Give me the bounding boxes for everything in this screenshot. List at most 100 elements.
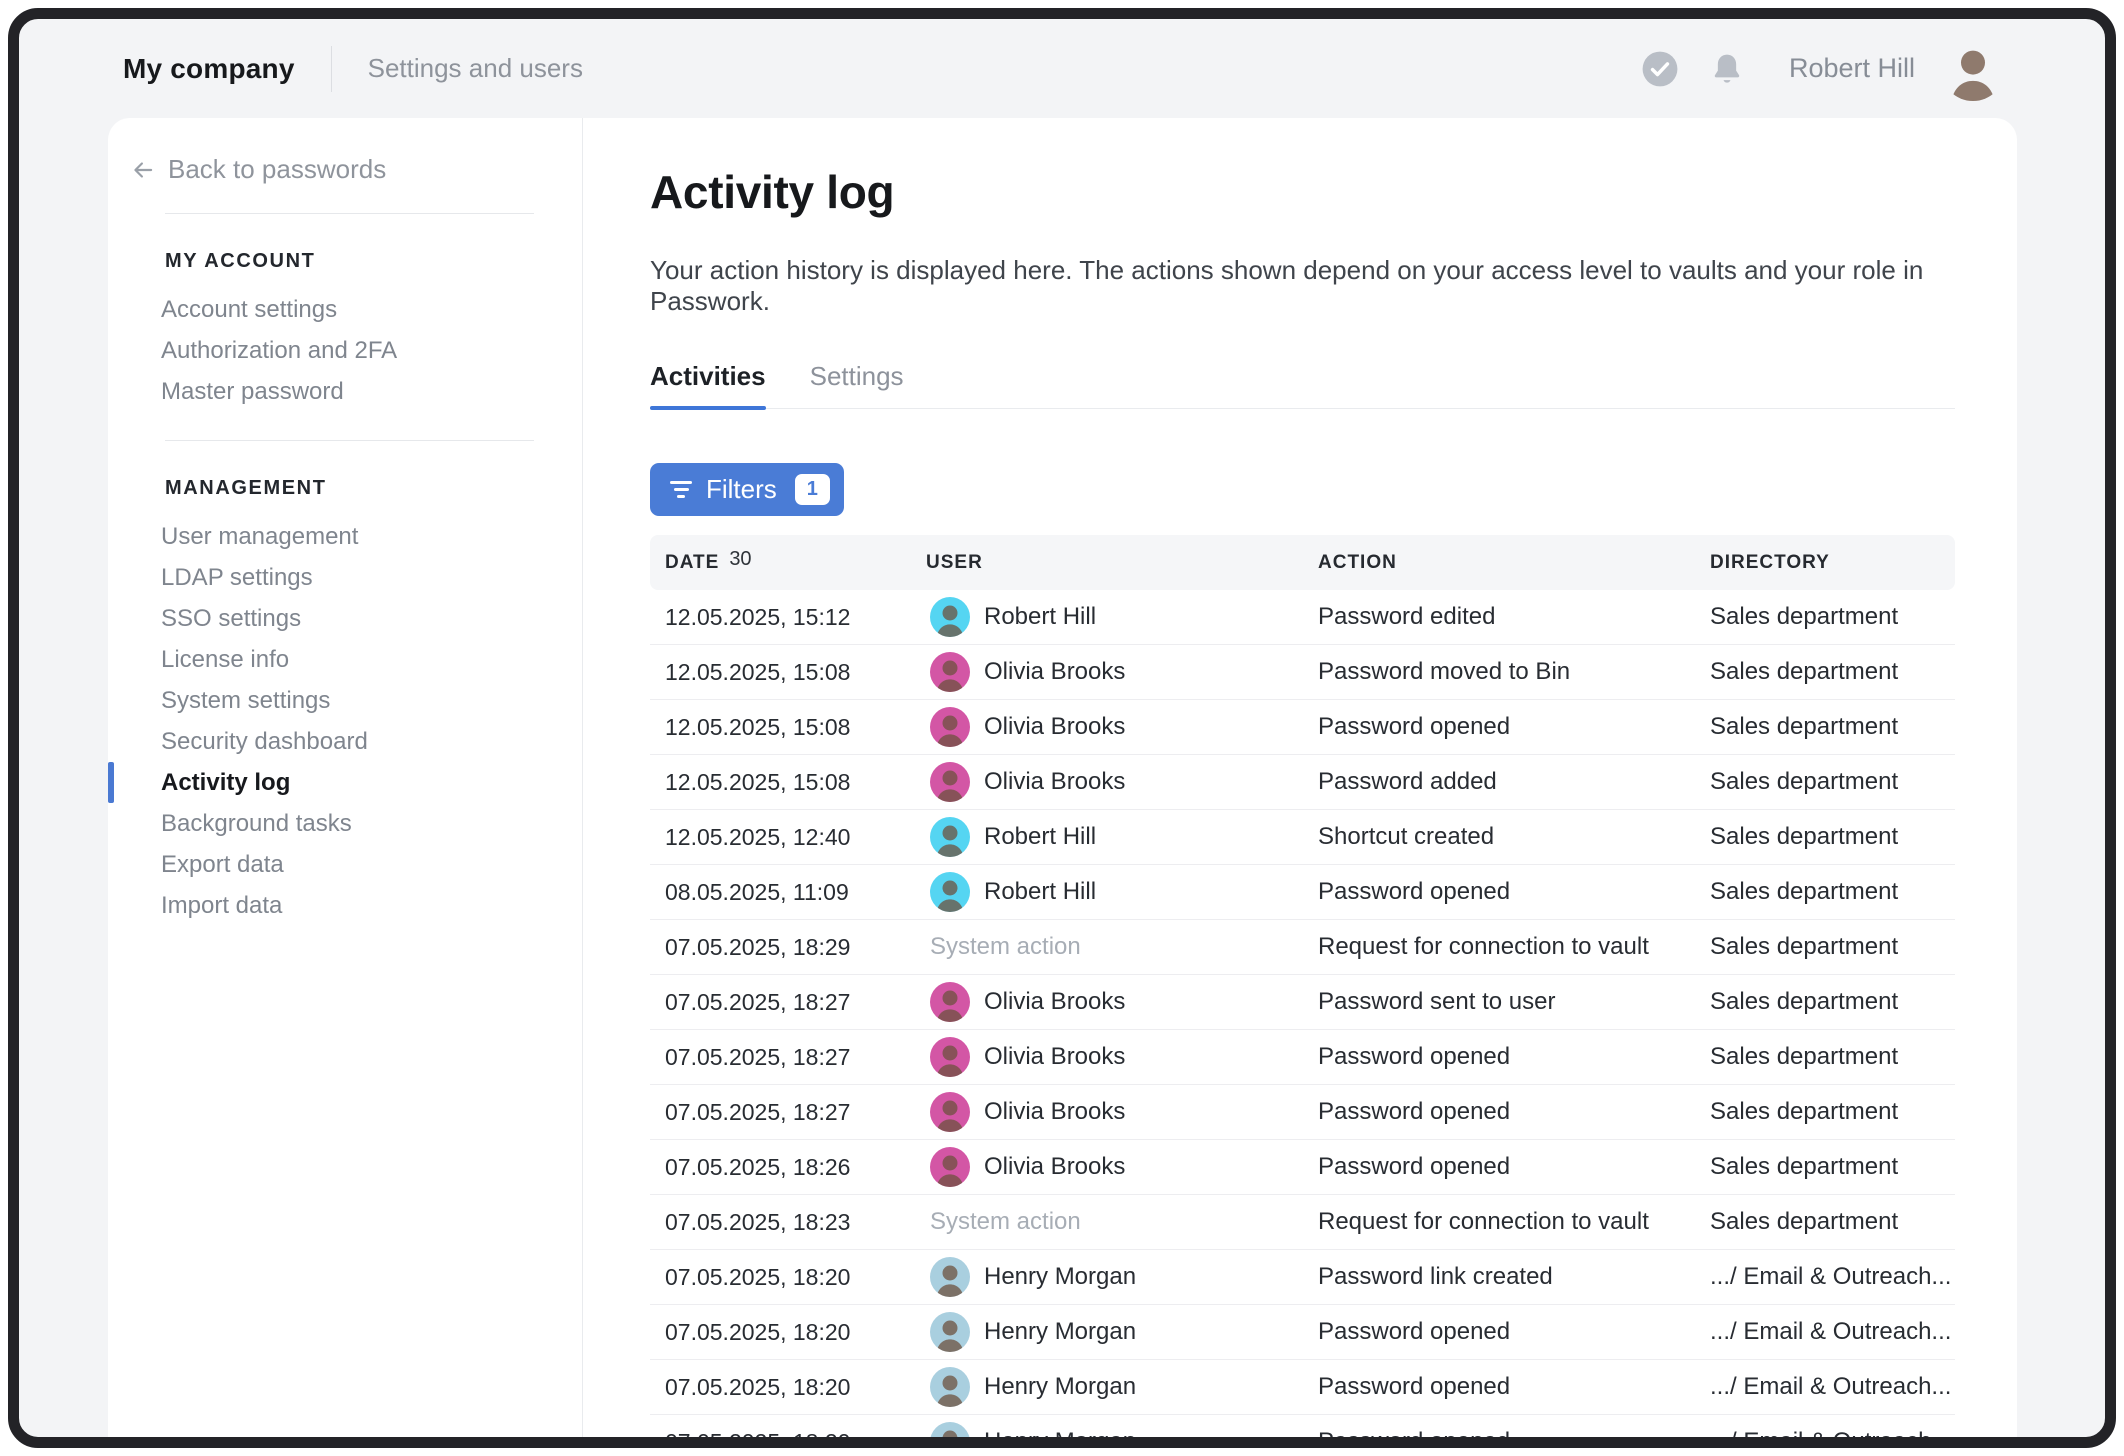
sidebar: Back to passwords MY ACCOUNT Account set… — [108, 118, 583, 1437]
sidebar-item-export-data[interactable]: Export data — [161, 844, 582, 885]
row-action: Password opened — [1318, 713, 1710, 741]
user-avatar — [930, 652, 970, 692]
sidebar-item-authorization-and-2fa[interactable]: Authorization and 2FA — [161, 330, 582, 371]
sidebar-item-background-tasks[interactable]: Background tasks — [161, 803, 582, 844]
tab-activities[interactable]: Activities — [650, 361, 766, 408]
row-user-name: Robert Hill — [984, 603, 1096, 631]
row-user: Olivia Brooks — [926, 1092, 1318, 1132]
row-action: Password edited — [1318, 603, 1710, 631]
back-label: Back to passwords — [168, 154, 386, 185]
row-date: 07.05.2025, 18:20 — [650, 1374, 926, 1401]
table-row[interactable]: 12.05.2025, 15:08 Olivia Brooks Password… — [650, 755, 1955, 810]
date-days-count: 30 — [729, 548, 751, 570]
row-directory: .../ Email & Outreach... — [1710, 1428, 1955, 1437]
row-user-name: Henry Morgan — [984, 1318, 1136, 1346]
table-row[interactable]: 07.05.2025, 18:27 Olivia Brooks Password… — [650, 1085, 1955, 1140]
row-directory: .../ Email & Outreach... — [1710, 1263, 1955, 1291]
sidebar-item-sso-settings[interactable]: SSO settings — [161, 598, 582, 639]
user-avatar — [930, 872, 970, 912]
table-header: DATE30 USER ACTION DIRECTORY — [650, 535, 1955, 590]
sidebar-item-activity-log[interactable]: Activity log — [161, 762, 582, 803]
row-user-name: System action — [930, 933, 1081, 961]
row-directory: Sales department — [1710, 713, 1955, 741]
top-bar: My company Settings and users Robert Hil… — [19, 19, 2105, 118]
row-user-name: Robert Hill — [984, 823, 1096, 851]
table-row[interactable]: 07.05.2025, 18:26 Olivia Brooks Password… — [650, 1140, 1955, 1195]
sidebar-item-ldap-settings[interactable]: LDAP settings — [161, 557, 582, 598]
topbar-subtitle: Settings and users — [368, 53, 583, 84]
row-action: Password opened — [1318, 1373, 1710, 1401]
topbar-divider — [331, 46, 332, 92]
row-action: Password opened — [1318, 1318, 1710, 1346]
row-date: 12.05.2025, 15:12 — [650, 604, 926, 631]
row-directory: Sales department — [1710, 1098, 1955, 1126]
row-date: 07.05.2025, 18:20 — [650, 1429, 926, 1438]
sidebar-item-system-settings[interactable]: System settings — [161, 680, 582, 721]
management-items: User managementLDAP settingsSSO settings… — [108, 516, 582, 926]
tab-settings[interactable]: Settings — [810, 361, 904, 408]
sidebar-item-user-management[interactable]: User management — [161, 516, 582, 557]
user-avatar[interactable] — [1941, 37, 2005, 101]
filters-button[interactable]: Filters 1 — [650, 463, 844, 516]
table-row[interactable]: 07.05.2025, 18:27 Olivia Brooks Password… — [650, 975, 1955, 1030]
row-user: Henry Morgan — [926, 1257, 1318, 1297]
table-row[interactable]: 07.05.2025, 18:20 Henry Morgan Password … — [650, 1415, 1955, 1437]
sidebar-item-master-password[interactable]: Master password — [161, 371, 582, 412]
row-user: Olivia Brooks — [926, 1037, 1318, 1077]
content-panel: Back to passwords MY ACCOUNT Account set… — [108, 118, 2017, 1437]
row-date: 12.05.2025, 15:08 — [650, 659, 926, 686]
table-row[interactable]: 07.05.2025, 18:27 Olivia Brooks Password… — [650, 1030, 1955, 1085]
filters-label: Filters — [706, 474, 777, 505]
sidebar-divider — [165, 213, 534, 214]
table-row[interactable]: 08.05.2025, 11:09 Robert Hill Password o… — [650, 865, 1955, 920]
arrow-left-icon — [130, 157, 156, 183]
row-directory: Sales department — [1710, 1043, 1955, 1071]
bell-icon[interactable] — [1679, 51, 1745, 87]
row-user-name: Olivia Brooks — [984, 1043, 1125, 1071]
row-directory: Sales department — [1710, 658, 1955, 686]
row-directory: Sales department — [1710, 988, 1955, 1016]
row-date: 12.05.2025, 15:08 — [650, 714, 926, 741]
user-avatar — [930, 982, 970, 1022]
row-directory: Sales department — [1710, 603, 1955, 631]
table-row[interactable]: 07.05.2025, 18:20 Henry Morgan Password … — [650, 1360, 1955, 1415]
table-row[interactable]: 07.05.2025, 18:20 Henry Morgan Password … — [650, 1250, 1955, 1305]
sidebar-item-account-settings[interactable]: Account settings — [161, 289, 582, 330]
sidebar-item-security-dashboard[interactable]: Security dashboard — [161, 721, 582, 762]
row-action: Password opened — [1318, 1428, 1710, 1437]
row-date: 07.05.2025, 18:20 — [650, 1264, 926, 1291]
row-user: Olivia Brooks — [926, 982, 1318, 1022]
table-row[interactable]: 07.05.2025, 18:29 System action Request … — [650, 920, 1955, 975]
sidebar-item-license-info[interactable]: License info — [161, 639, 582, 680]
section-title-management: MANAGEMENT — [165, 477, 582, 500]
column-header-action: ACTION — [1318, 552, 1710, 574]
row-action: Shortcut created — [1318, 823, 1710, 851]
back-to-passwords-link[interactable]: Back to passwords — [130, 154, 582, 185]
tab-bar: Activities Settings — [650, 361, 1955, 409]
user-avatar — [930, 762, 970, 802]
table-row[interactable]: 12.05.2025, 15:08 Olivia Brooks Password… — [650, 700, 1955, 755]
row-action: Password opened — [1318, 878, 1710, 906]
check-circle-icon[interactable] — [1641, 50, 1679, 88]
sidebar-item-import-data[interactable]: Import data — [161, 885, 582, 926]
row-user: Henry Morgan — [926, 1367, 1318, 1407]
row-user: Henry Morgan — [926, 1312, 1318, 1352]
row-date: 07.05.2025, 18:27 — [650, 989, 926, 1016]
table-row[interactable]: 12.05.2025, 12:40 Robert Hill Shortcut c… — [650, 810, 1955, 865]
table-row[interactable]: 07.05.2025, 18:20 Henry Morgan Password … — [650, 1305, 1955, 1360]
table-body: 12.05.2025, 15:12 Robert Hill Password e… — [650, 590, 1955, 1437]
user-avatar — [930, 1147, 970, 1187]
row-date: 07.05.2025, 18:27 — [650, 1099, 926, 1126]
row-action: Password added — [1318, 768, 1710, 796]
row-date: 07.05.2025, 18:27 — [650, 1044, 926, 1071]
table-row[interactable]: 12.05.2025, 15:12 Robert Hill Password e… — [650, 590, 1955, 645]
row-user: System action — [926, 1208, 1318, 1236]
table-row[interactable]: 12.05.2025, 15:08 Olivia Brooks Password… — [650, 645, 1955, 700]
column-header-date[interactable]: DATE30 — [650, 551, 926, 574]
table-row[interactable]: 07.05.2025, 18:23 System action Request … — [650, 1195, 1955, 1250]
row-action: Password moved to Bin — [1318, 658, 1710, 686]
row-user-name: Olivia Brooks — [984, 1153, 1125, 1181]
user-menu[interactable]: Robert Hill — [1789, 53, 1915, 84]
row-directory: Sales department — [1710, 1208, 1955, 1236]
user-avatar — [930, 1092, 970, 1132]
